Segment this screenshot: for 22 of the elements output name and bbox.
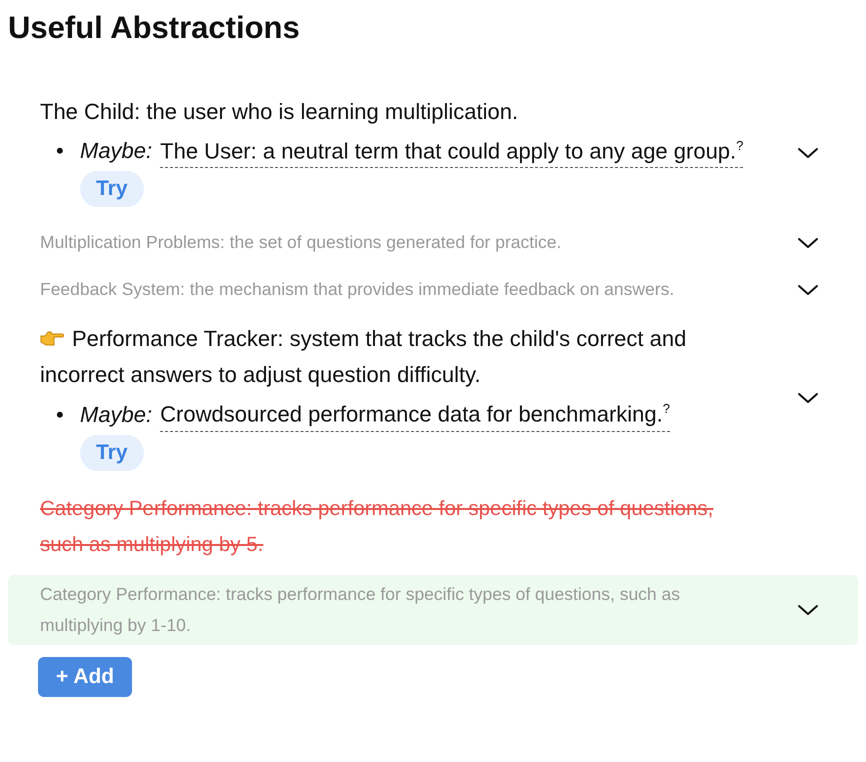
chevron-down-icon[interactable] xyxy=(797,146,819,159)
suggestion-text: Crowdsourced performance data for benchmarking.$^{?}$ xyxy=(160,393,670,432)
pointing-hand-icon xyxy=(40,329,64,348)
abstraction-text: Multiplication Problems: the set of questions generated for practice. xyxy=(40,231,562,254)
abstraction-text: The Child: the user who is learning multiplication. xyxy=(40,98,520,126)
abstraction-text: Feedback System: the mechanism that provides immediate feedback on answers. xyxy=(40,278,676,302)
try-button[interactable]: Try xyxy=(80,171,144,208)
bullet: • xyxy=(56,400,65,429)
chevron-down-icon[interactable] xyxy=(797,236,819,249)
maybe-label: Maybe: xyxy=(80,138,152,164)
chevron-down-icon[interactable] xyxy=(797,284,819,296)
maybe-label: Maybe: xyxy=(80,402,152,427)
chevron-down-icon[interactable] xyxy=(797,392,819,404)
bullet: • xyxy=(56,137,65,166)
abstraction-text: Category Performance: tracks performance for specific types of questions, such as multiplying by 1-10. xyxy=(40,582,682,637)
try-button[interactable]: Try xyxy=(80,434,144,471)
suggestion-text: The User: a neutral term that could apply to any age group.$^{?}$ xyxy=(160,130,744,168)
chevron-down-icon[interactable] xyxy=(797,604,819,616)
page-title: Useful Abstractions xyxy=(8,9,301,47)
abstraction-text: Category Performance: tracks performance for specific types of questions, such as multiplying by 5. xyxy=(40,496,714,558)
abstraction-text: Performance Tracker: system that tracks the child's correct and incorrect answers to adjust question difficulty. xyxy=(40,325,688,390)
add-button[interactable]: + Add xyxy=(38,656,132,697)
